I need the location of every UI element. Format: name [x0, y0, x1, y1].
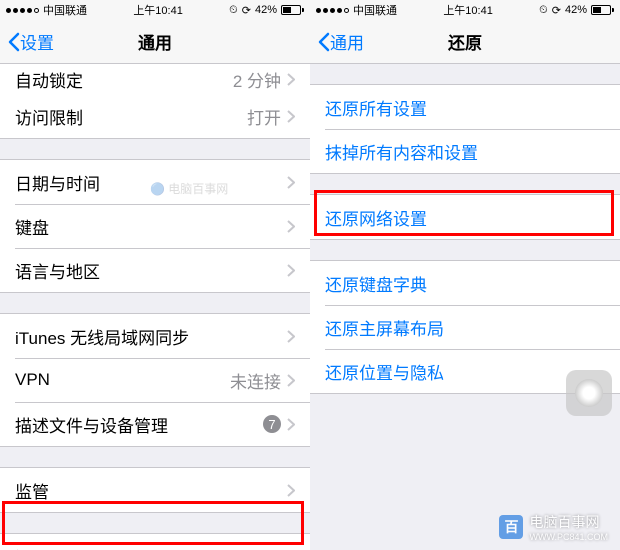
row-reset-home-layout[interactable]: 还原主屏幕布局 — [310, 305, 620, 349]
battery-icon — [591, 5, 614, 15]
signal-icon — [316, 8, 349, 13]
profiles-badge: 7 — [263, 415, 281, 433]
back-label: 通用 — [330, 29, 364, 54]
chevron-right-icon — [287, 176, 295, 189]
alarm-icon: ⏲ — [539, 4, 548, 17]
back-label: 设置 — [20, 29, 54, 54]
chevron-right-icon — [287, 264, 295, 277]
nav-bar: 通用 还原 — [310, 20, 620, 64]
row-reset-keyboard-dict[interactable]: 还原键盘字典 — [310, 261, 620, 305]
assistive-touch[interactable] — [566, 370, 612, 416]
watermark: 🔵 电脑百事网 — [150, 180, 228, 197]
row-reset-network[interactable]: 还原网络设置 — [310, 195, 620, 239]
status-bar: 中国联通 上午10:41 ⏲ ⟳ 42% — [310, 0, 620, 20]
status-bar: 中国联通 上午10:41 ⏲ ⟳ 42% — [0, 0, 310, 20]
watermark-logo-icon: 百 — [499, 515, 523, 539]
nav-title: 通用 — [138, 29, 172, 54]
chevron-right-icon — [287, 484, 295, 497]
signal-icon — [6, 8, 39, 13]
status-time: 上午10:41 — [443, 2, 493, 18]
row-reset[interactable]: 还原 — [0, 534, 310, 550]
carrier-label: 中国联通 — [353, 2, 397, 18]
row-erase-all[interactable]: 抹掉所有内容和设置 — [310, 129, 620, 173]
row-regulatory[interactable]: 监管 — [0, 468, 310, 512]
status-time: 上午10:41 — [133, 2, 183, 18]
rotation-lock-icon: ⟳ — [242, 4, 251, 17]
row-keyboard[interactable]: 键盘 — [0, 204, 310, 248]
row-itunes-wifi-sync[interactable]: iTunes 无线局域网同步 — [0, 314, 310, 358]
battery-icon — [281, 5, 304, 15]
content-scroll[interactable]: 自动锁定 2 分钟 访问限制 打开 日期与时间 键盘 语言与地区 — [0, 64, 310, 550]
chevron-right-icon — [287, 220, 295, 233]
row-autolock[interactable]: 自动锁定 2 分钟 — [0, 64, 310, 94]
row-reset-all-settings[interactable]: 还原所有设置 — [310, 85, 620, 129]
alarm-icon: ⏲ — [229, 4, 238, 17]
back-button[interactable]: 通用 — [310, 29, 364, 54]
phone-general-settings: 中国联通 上午10:41 ⏲ ⟳ 42% 设置 通用 自动锁定 2 分钟 访问限… — [0, 0, 310, 550]
battery-percent: 42% — [565, 4, 587, 16]
nav-title: 还原 — [448, 29, 482, 54]
chevron-right-icon — [287, 418, 295, 431]
row-language-region[interactable]: 语言与地区 — [0, 248, 310, 292]
chevron-right-icon — [287, 110, 295, 123]
battery-percent: 42% — [255, 4, 277, 16]
phone-reset-settings: 中国联通 上午10:41 ⏲ ⟳ 42% 通用 还原 还原所有设置 抹掉所有内容… — [310, 0, 620, 550]
back-button[interactable]: 设置 — [0, 29, 54, 54]
chevron-right-icon — [287, 330, 295, 343]
row-restrictions[interactable]: 访问限制 打开 — [0, 94, 310, 138]
row-profiles[interactable]: 描述文件与设备管理 7 — [0, 402, 310, 446]
carrier-label: 中国联通 — [43, 2, 87, 18]
chevron-right-icon — [287, 73, 295, 86]
row-vpn[interactable]: VPN 未连接 — [0, 358, 310, 402]
chevron-right-icon — [287, 374, 295, 387]
rotation-lock-icon: ⟳ — [552, 4, 561, 17]
content-scroll[interactable]: 还原所有设置 抹掉所有内容和设置 还原网络设置 还原键盘字典 还原主屏幕布局 还… — [310, 64, 620, 550]
footer-watermark: 百 电脑百事网 WWW.PC841.COM — [499, 512, 608, 542]
nav-bar: 设置 通用 — [0, 20, 310, 64]
